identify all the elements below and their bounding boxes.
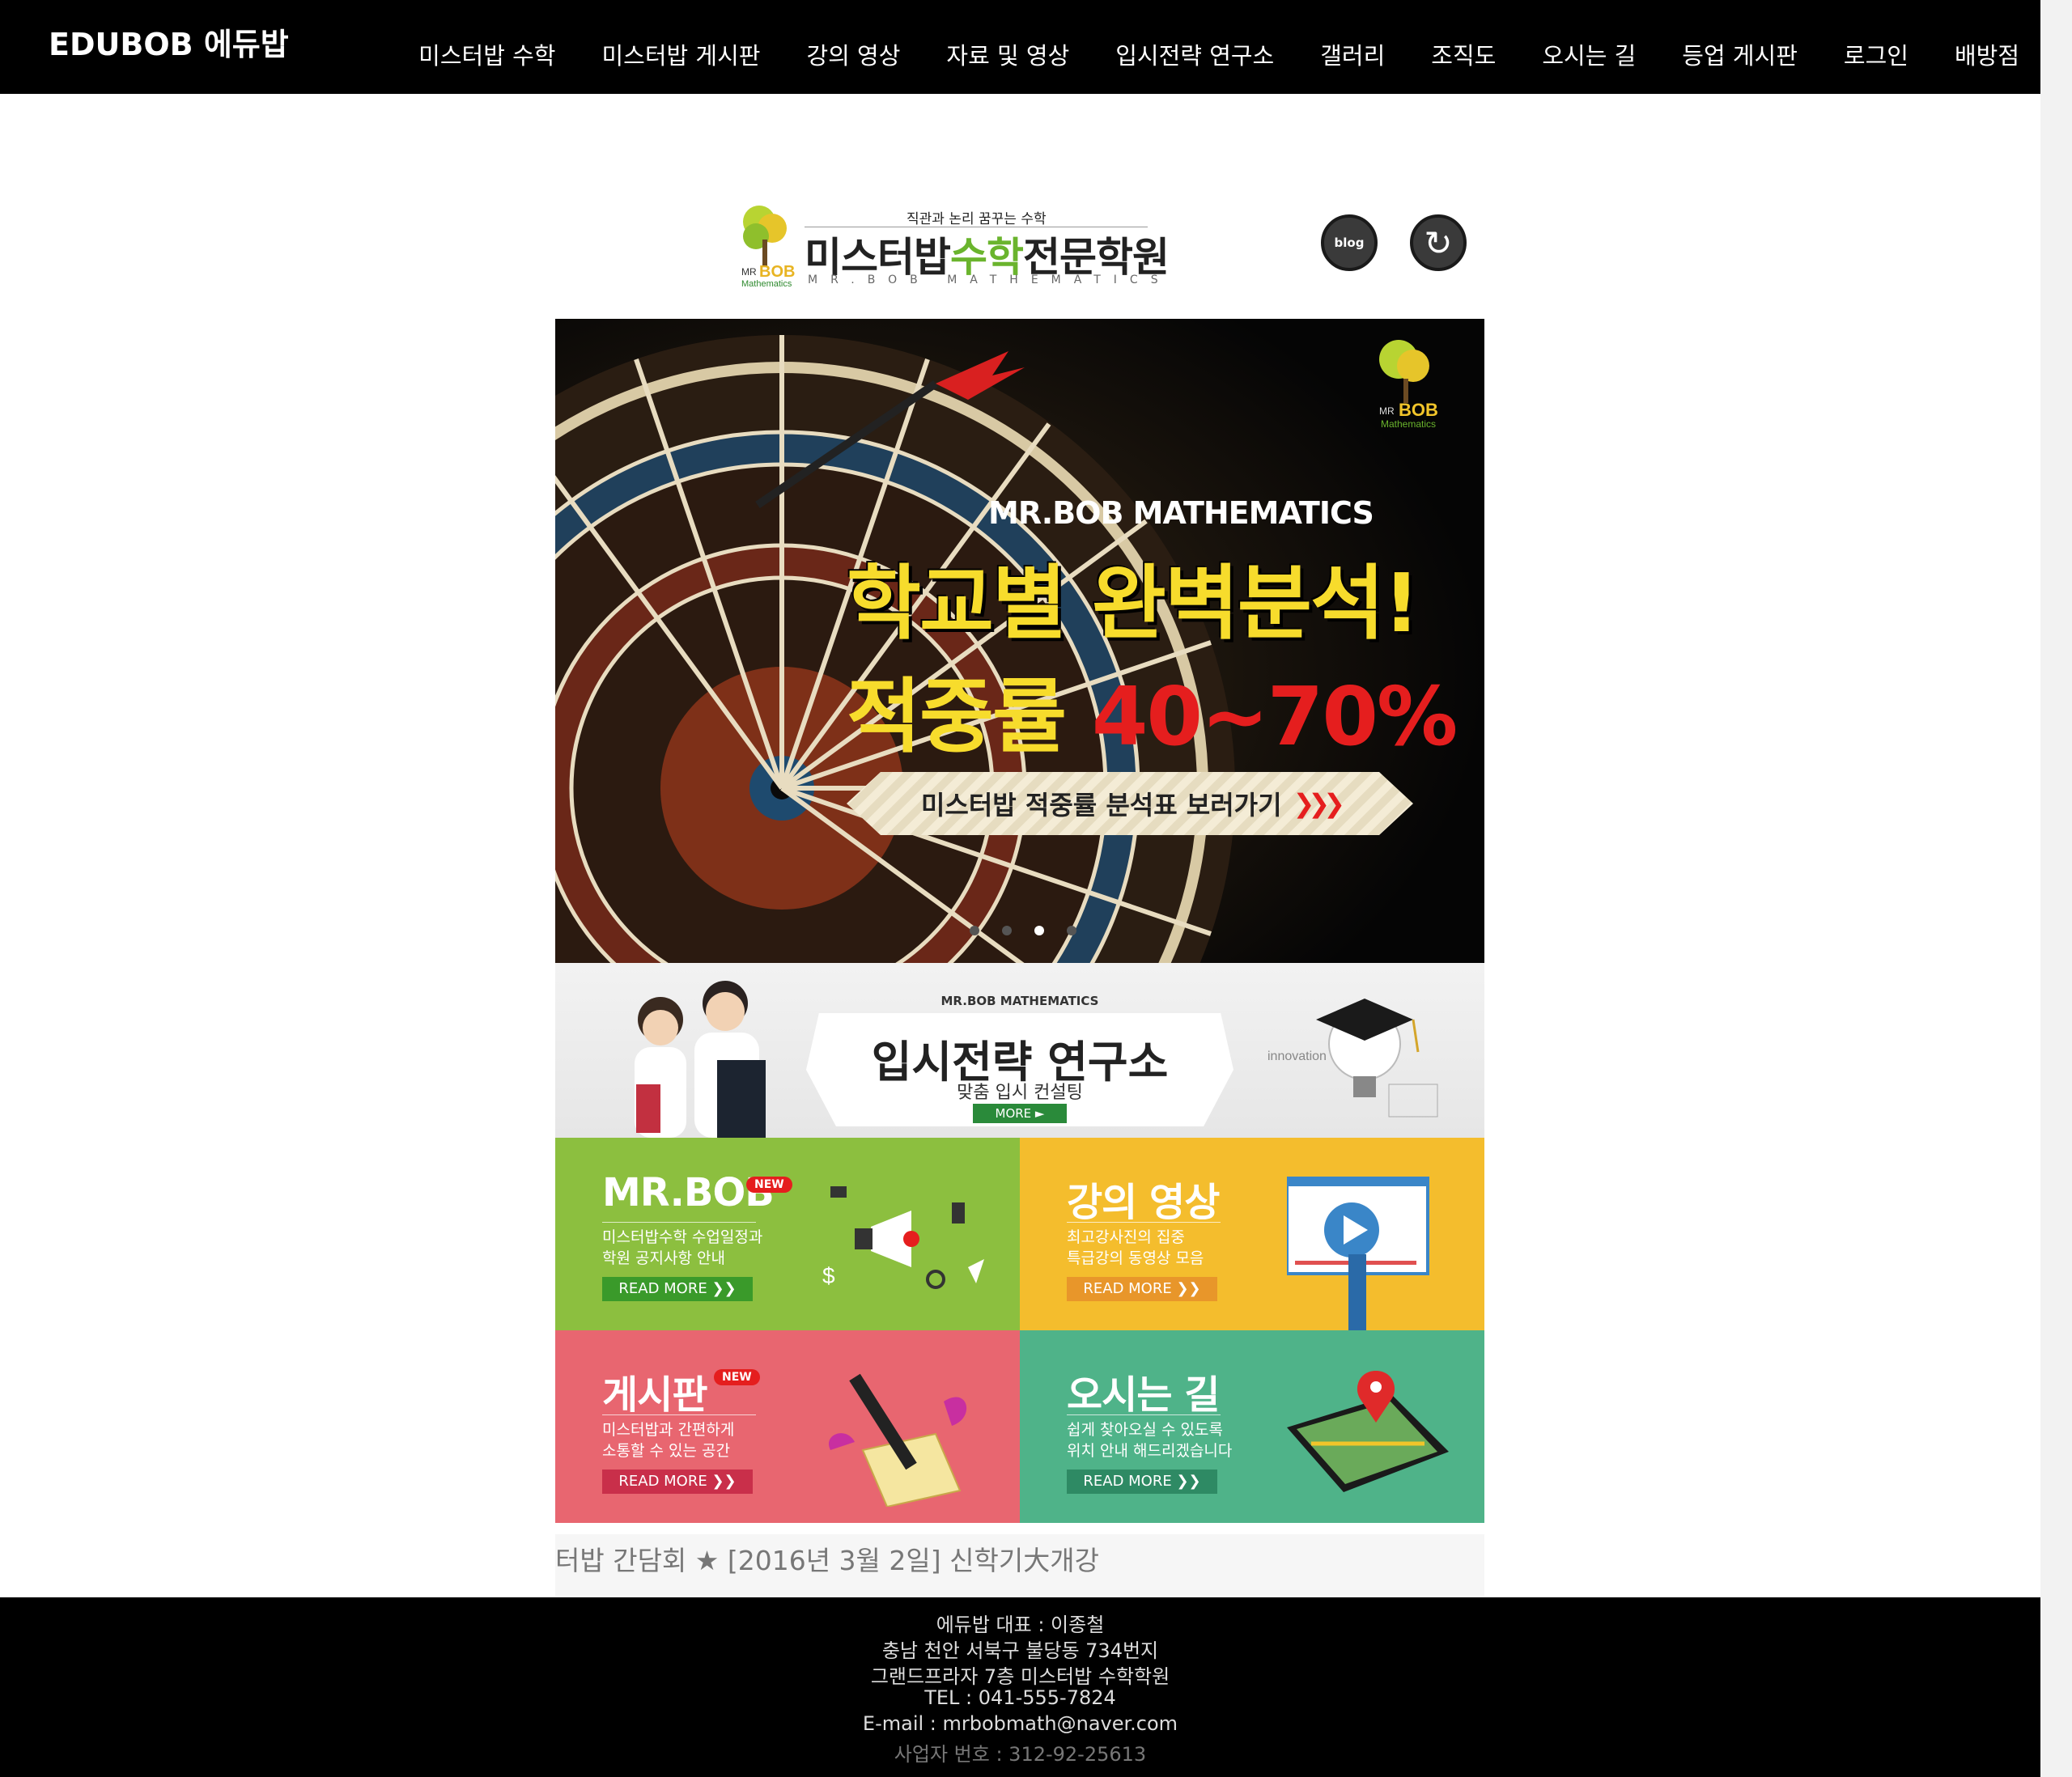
nav-item-board[interactable]: 미스터밥 게시판 — [601, 37, 760, 71]
slider-dot[interactable] — [1002, 926, 1012, 935]
tile-description: 최고강사진의 집중 특급강의 동영상 모음 — [1067, 1227, 1204, 1269]
banner-subtitle: 맞춤 입시 컨설팅 — [957, 1083, 1083, 1103]
main-nav: 미스터밥 수학 미스터밥 게시판 강의 영상 자료 및 영상 입시전략 연구소 … — [418, 37, 2019, 71]
read-more-button[interactable]: READ MORE ❯❯ — [1067, 1470, 1217, 1494]
tile-title: 오시는 길 — [1067, 1372, 1220, 1418]
tile-board[interactable]: 게시판 NEW 미스터밥과 간편하게 소통할 수 있는 공간 READ MORE… — [555, 1330, 1020, 1523]
notice-ticker[interactable]: 터밥 간담회 ★ [2016년 3월 2일] 신학기大개강 — [555, 1534, 1484, 1596]
hero-title: 학교별 완벽분석! — [847, 556, 1420, 651]
svg-text:BOB: BOB — [759, 263, 795, 281]
tile-description-line: 쉽게 찾아오실 수 있도록 — [1067, 1421, 1223, 1439]
admission-lab-banner[interactable]: innovation MR.BOB MATHEMATICS 입시전략 연구소 맞… — [555, 963, 1484, 1138]
footer-address-detail: 그랜드프라자 7층 미스터밥 수학학원 — [870, 1665, 1170, 1688]
tile-description-line: 최고강사진의 집중 — [1067, 1228, 1185, 1246]
hero-cta-button[interactable]: 미스터밥 적중률 분석표 보러가기 ❯❯❯ — [847, 772, 1413, 835]
tile-directions[interactable]: 오시는 길 쉽게 찾아오실 수 있도록 위치 안내 해드리겠습니다 READ M… — [1020, 1330, 1484, 1523]
top-navbar: EDUBOB 에듀밥 미스터밥 수학 미스터밥 게시판 강의 영상 자료 및 영… — [0, 0, 2040, 94]
video-player-icon — [1287, 1177, 1429, 1330]
hero-subtitle-label: 적중률 — [847, 669, 1067, 764]
nav-item-materials[interactable]: 자료 및 영상 — [946, 37, 1069, 71]
tile-title: 강의 영상 — [1067, 1180, 1220, 1225]
logo-subtitle: MR.BOB MATHEMATICS — [808, 274, 1171, 286]
slider-dot-active[interactable] — [1034, 926, 1044, 935]
refresh-button[interactable]: ↻ — [1410, 214, 1467, 271]
nav-item-math[interactable]: 미스터밥 수학 — [418, 37, 555, 71]
slider-dot[interactable] — [970, 926, 979, 935]
tile-description-line: 위치 안내 해드리겠습니다 — [1067, 1442, 1233, 1460]
banner-more-button[interactable]: MORE ► — [973, 1104, 1067, 1123]
tile-description: 미스터밥과 간편하게 소통할 수 있는 공간 — [602, 1419, 734, 1461]
svg-text:MR: MR — [1379, 405, 1395, 417]
read-more-button[interactable]: READ MORE ❯❯ — [602, 1470, 753, 1494]
read-more-button[interactable]: READ MORE ❯❯ — [1067, 1277, 1217, 1301]
hero-hit-rate: 40~70% — [1091, 669, 1458, 764]
nav-item-levelup-board[interactable]: 등업 게시판 — [1682, 37, 1798, 71]
tile-title: 게시판 — [602, 1372, 707, 1418]
tile-description-line: 특급강의 동영상 모음 — [1067, 1249, 1204, 1267]
new-badge: NEW — [714, 1369, 760, 1385]
tile-description: 미스터밥수학 수업일정과 학원 공지사항 안내 — [602, 1227, 762, 1269]
footer-phone: TEL : 041-555-7824 — [924, 1686, 1116, 1709]
tile-lecture-videos[interactable]: 강의 영상 최고강사진의 집중 특급강의 동영상 모음 READ MORE ❯❯ — [1020, 1138, 1484, 1330]
new-badge: NEW — [746, 1177, 792, 1193]
slider-pagination — [970, 926, 1076, 935]
tile-title: MR.BOB — [602, 1170, 775, 1215]
svg-text:Mathematics: Mathematics — [1381, 418, 1436, 430]
tile-description-line: 소통할 수 있는 공간 — [602, 1442, 730, 1460]
map-pin-phone-icon — [1287, 1371, 1449, 1492]
svg-text:MR: MR — [741, 266, 757, 278]
triple-chevron-icon: ❯❯❯ — [1293, 788, 1346, 819]
hero-cta-label: 미스터밥 적중률 분석표 보러가기 — [920, 790, 1282, 821]
tile-mrbob[interactable]: MR.BOB NEW 미스터밥수학 수업일정과 학원 공지사항 안내 READ … — [555, 1138, 1020, 1330]
slider-dot[interactable] — [1067, 926, 1076, 935]
refresh-icon: ↻ — [1424, 223, 1453, 263]
nav-item-lecture-videos[interactable]: 강의 영상 — [806, 37, 900, 71]
tile-divider — [602, 1222, 756, 1223]
svg-text:BOB: BOB — [1399, 400, 1438, 420]
tree-logo-icon: MR BOB Mathematics — [741, 206, 795, 288]
page-scrollbar[interactable] — [2040, 0, 2072, 1777]
blog-button[interactable]: blog — [1321, 214, 1378, 271]
nav-item-org-chart[interactable]: 조직도 — [1431, 37, 1496, 71]
blog-icon: blog — [1334, 235, 1365, 250]
tile-divider — [602, 1414, 756, 1415]
hero-slider[interactable]: MR BOB Mathematics MR.BOB MATHEMATICS 학교… — [555, 319, 1484, 963]
footer-address: 충남 천안 서북구 불당동 734번지 — [881, 1639, 1159, 1662]
site-footer: 에듀밥 대표 : 이종철 충남 천안 서북구 불당동 734번지 그랜드프라자 … — [0, 1597, 2040, 1777]
tile-description-line: 미스터밥과 간편하게 — [602, 1421, 735, 1439]
notepad-pen-icon — [828, 1373, 967, 1507]
tile-divider — [1067, 1414, 1221, 1415]
mrbob-corner-logo-icon: MR BOB Mathematics — [1379, 340, 1438, 430]
hero-subtitle: 적중률 40~70% — [847, 651, 1458, 768]
svg-text:$: $ — [822, 1263, 835, 1288]
banner-eyebrow: MR.BOB MATHEMATICS — [940, 994, 1099, 1008]
nav-item-login[interactable]: 로그인 — [1844, 37, 1909, 71]
tile-description-line: 학원 공지사항 안내 — [602, 1249, 725, 1267]
nav-item-directions[interactable]: 오시는 길 — [1542, 37, 1636, 71]
footer-email[interactable]: E-mail : mrbobmath@naver.com — [0, 1712, 2040, 1735]
nav-item-gallery[interactable]: 갤러리 — [1320, 37, 1385, 71]
nav-item-admission-lab[interactable]: 입시전략 연구소 — [1115, 37, 1274, 71]
tile-description-line: 미스터밥수학 수업일정과 — [602, 1228, 763, 1246]
hero-eyebrow: MR.BOB MATHEMATICS — [988, 495, 1374, 531]
svg-text:Mathematics: Mathematics — [741, 279, 792, 288]
nav-item-baebang[interactable]: 배방점 — [1955, 37, 2019, 71]
tile-description: 쉽게 찾아오실 수 있도록 위치 안내 해드리겠습니다 — [1067, 1419, 1232, 1461]
footer-business-number: 사업자 번호 : 312-92-25613 — [894, 1743, 1147, 1766]
read-more-button[interactable]: READ MORE ❯❯ — [602, 1277, 753, 1301]
site-brand[interactable]: EDUBOB 에듀밥 — [49, 19, 289, 64]
footer-representative: 에듀밥 대표 : 이종철 — [936, 1614, 1105, 1636]
academy-logo[interactable]: MR BOB Mathematics 직관과 논리 꿈꾸는 수학 미스터밥수학전… — [738, 204, 1170, 288]
megaphone-icon: $ — [822, 1186, 984, 1289]
tile-divider — [1067, 1222, 1221, 1223]
